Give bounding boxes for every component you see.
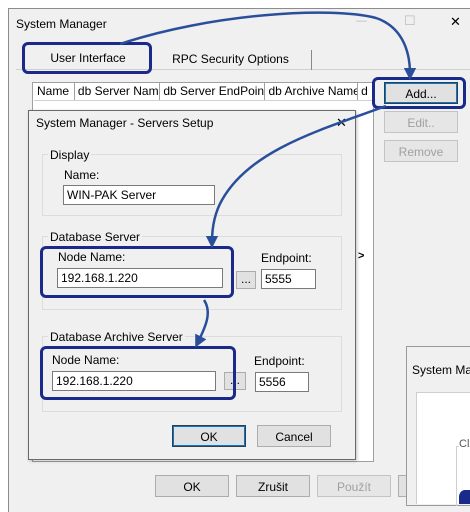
background-window-fragment: Cl	[459, 438, 470, 450]
column-header-name[interactable]: Name	[34, 83, 75, 100]
close-icon[interactable]: ✕	[450, 14, 461, 30]
list-header: Name db Server Name db Server EndPoint d…	[34, 83, 373, 101]
name-field[interactable]: WIN-PAK Server	[63, 185, 215, 205]
ok-button[interactable]: OK	[155, 475, 229, 497]
database-server-group-label: Database Server	[48, 230, 143, 244]
background-window-marker	[459, 490, 470, 504]
display-group-label: Display	[48, 148, 92, 162]
column-header-db-server-name[interactable]: db Server Name	[75, 83, 161, 100]
dialog-title: System Manager - Servers Setup	[36, 116, 214, 130]
maximize-icon[interactable]: ☐	[404, 13, 416, 29]
archive-node-name-highlight	[40, 346, 236, 400]
apply-button[interactable]: Použít	[317, 475, 391, 497]
main-title: System Manager	[16, 17, 107, 31]
name-label: Name:	[64, 168, 100, 182]
node-name-highlight	[40, 246, 234, 298]
dialog-ok-button[interactable]: OK	[172, 425, 246, 447]
column-header-db-server-endpoint[interactable]: db Server EndPoint	[160, 83, 266, 100]
column-header-truncated[interactable]: d	[358, 83, 373, 100]
endpoint-field[interactable]: 5555	[261, 269, 316, 289]
column-header-db-archive-name[interactable]: db Archive Name	[265, 83, 359, 100]
dialog-cancel-button[interactable]: Cancel	[257, 425, 331, 447]
dialog-close-icon[interactable]: ✕	[336, 115, 347, 131]
background-window-title: System Ma	[412, 363, 470, 377]
archive-endpoint-label: Endpoint:	[254, 354, 305, 368]
tab-rpc-security[interactable]: RPC Security Options	[150, 50, 312, 70]
remove-button[interactable]: Remove	[384, 140, 458, 162]
edit-button[interactable]: Edit..	[384, 111, 458, 133]
add-button-highlight	[372, 77, 466, 109]
minimize-icon[interactable]: —	[356, 15, 367, 27]
cancel-button[interactable]: Zrušit	[236, 475, 310, 497]
node-browse-button[interactable]: ...	[236, 271, 256, 289]
tab-highlight	[22, 42, 152, 74]
endpoint-label: Endpoint:	[261, 251, 312, 265]
archive-server-group-label: Database Archive Server	[48, 330, 185, 344]
archive-endpoint-field[interactable]: 5556	[255, 372, 309, 392]
scroll-right-arrow[interactable]: >	[358, 250, 364, 262]
